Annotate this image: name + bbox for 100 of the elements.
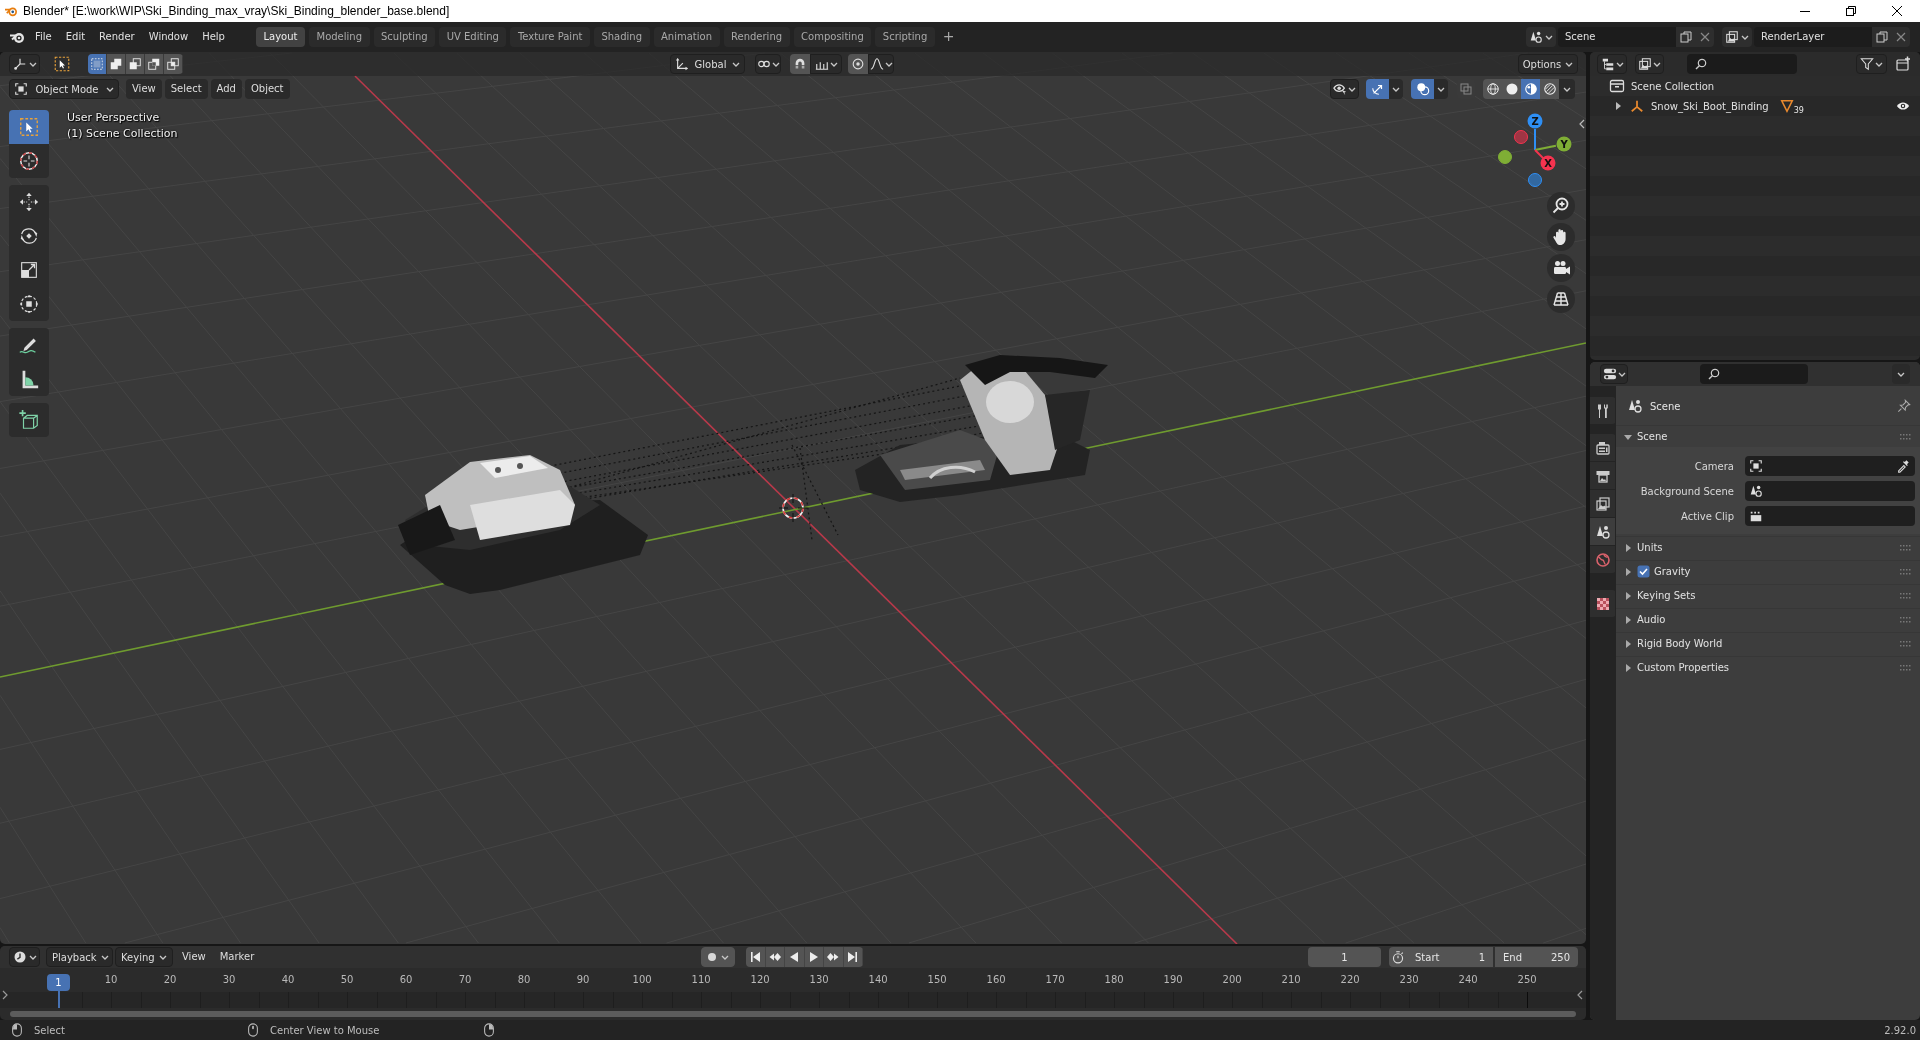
workspace-tab[interactable]: Compositing xyxy=(793,27,872,47)
new-collection-icon[interactable] xyxy=(1895,56,1911,72)
unlink-button[interactable] xyxy=(1891,27,1910,47)
shading-mode-button[interactable] xyxy=(1540,79,1559,99)
selection-mode-button[interactable] xyxy=(164,54,183,74)
menu-dropdown[interactable]: Playback xyxy=(46,947,113,967)
next-keyframe-button[interactable] xyxy=(824,947,844,967)
workspace-tab[interactable]: Rendering xyxy=(723,27,790,47)
search-field[interactable] xyxy=(1687,54,1797,74)
workspace-tab[interactable]: UV Editing xyxy=(439,27,507,47)
view-layer-name-field[interactable]: RenderLayer xyxy=(1754,27,1872,47)
scene-tab[interactable] xyxy=(1590,518,1615,545)
world-tab[interactable] xyxy=(1590,546,1615,573)
drag-handle-icon[interactable] xyxy=(1900,640,1911,647)
shading-mode-button[interactable] xyxy=(1502,79,1521,99)
expand-triangle-icon[interactable] xyxy=(1614,102,1622,110)
overlays-toggle[interactable] xyxy=(1411,79,1434,99)
unlink-button[interactable] xyxy=(1695,27,1714,47)
menu-item[interactable]: Edit xyxy=(58,27,93,47)
menu-item[interactable]: Render xyxy=(92,27,142,47)
menu-item[interactable]: View xyxy=(182,947,206,967)
ski-binding-drawing[interactable] xyxy=(398,355,1108,594)
shading-mode-button[interactable] xyxy=(1521,79,1540,99)
orientation-dropdown[interactable]: Global xyxy=(670,54,745,74)
gizmo-dropdown[interactable] xyxy=(1389,79,1403,99)
drag-handle-icon[interactable] xyxy=(1900,616,1911,623)
editor-type-button[interactable] xyxy=(9,947,40,967)
drag-handle-icon[interactable] xyxy=(1900,664,1911,671)
menu-item[interactable]: Add xyxy=(210,79,242,99)
blender-logo-icon[interactable] xyxy=(9,30,25,44)
editor-type-button[interactable] xyxy=(9,54,40,74)
duplicate-button[interactable] xyxy=(1676,27,1695,47)
add-cube-tool[interactable] xyxy=(9,403,49,437)
play-reverse-button[interactable] xyxy=(785,947,805,967)
outliner-row[interactable]: Scene Collection xyxy=(1590,76,1920,96)
menu-item[interactable]: File xyxy=(28,27,59,47)
mode-dropdown[interactable]: Object Mode xyxy=(9,79,119,99)
negative-axis-handle[interactable] xyxy=(1514,130,1528,144)
workspace-tab[interactable]: Animation xyxy=(653,27,720,47)
transform-tool[interactable] xyxy=(9,287,49,321)
render-tab[interactable] xyxy=(1590,434,1615,461)
selection-mode-button[interactable] xyxy=(145,54,164,74)
selection-mode-button[interactable] xyxy=(107,54,126,74)
menu-item[interactable]: View xyxy=(126,79,162,99)
jump-to-end-button[interactable] xyxy=(843,947,863,967)
drag-handle-icon[interactable] xyxy=(1900,433,1911,440)
negative-axis-handle[interactable] xyxy=(1498,150,1512,164)
menu-item[interactable]: Marker xyxy=(219,947,255,967)
menu-item[interactable]: Select xyxy=(164,79,208,99)
drag-handle-icon[interactable] xyxy=(1900,544,1911,551)
snap-toggle[interactable] xyxy=(790,54,810,74)
camera-icon[interactable] xyxy=(1547,254,1575,282)
workspace-tab[interactable]: Modeling xyxy=(309,27,370,47)
negative-axis-handle[interactable] xyxy=(1528,173,1542,187)
snap-target-dropdown[interactable] xyxy=(810,54,842,74)
select-tool[interactable] xyxy=(9,110,49,144)
menu-item[interactable]: Help xyxy=(195,27,232,47)
filter-dropdown[interactable] xyxy=(1856,54,1887,74)
scene-field[interactable] xyxy=(1745,481,1915,501)
workspace-tab[interactable]: Shading xyxy=(593,27,650,47)
display-mode-dropdown[interactable] xyxy=(1597,54,1627,74)
axis-handle[interactable]: Y xyxy=(1534,136,1572,152)
pin-icon[interactable] xyxy=(1897,399,1911,413)
menu-dropdown[interactable]: Keying xyxy=(115,947,173,967)
auto-keying-toggle[interactable] xyxy=(701,947,735,967)
axis-handle[interactable]: Z xyxy=(1527,113,1543,151)
gizmo-toggle[interactable] xyxy=(1366,79,1389,99)
previous-keyframe-button[interactable] xyxy=(765,947,785,967)
clip-field[interactable] xyxy=(1745,506,1915,526)
drag-handle-icon[interactable] xyxy=(1900,568,1911,575)
options-dropdown[interactable] xyxy=(1892,364,1910,384)
menu-item[interactable]: Window xyxy=(141,27,196,47)
selection-mode-button[interactable] xyxy=(126,54,145,74)
cursor-tool[interactable] xyxy=(9,144,49,178)
scene-browse-button[interactable] xyxy=(1526,27,1556,47)
measure-tool[interactable] xyxy=(9,362,49,396)
pivot-dropdown[interactable] xyxy=(755,54,781,74)
camera-field[interactable] xyxy=(1745,456,1915,476)
proportional-editing-toggle[interactable] xyxy=(848,54,868,74)
scene-name-field[interactable]: Scene xyxy=(1558,27,1676,47)
visibility-dropdown[interactable] xyxy=(1330,79,1359,99)
falloff-dropdown[interactable] xyxy=(868,54,894,74)
add-workspace-button[interactable]: + xyxy=(938,27,959,47)
duplicate-button[interactable] xyxy=(1872,27,1891,47)
3d-cursor-icon[interactable] xyxy=(778,493,808,523)
search-field[interactable] xyxy=(1700,364,1808,384)
annotate-tool[interactable] xyxy=(9,328,49,362)
workspace-tab[interactable]: Scripting xyxy=(875,27,935,47)
jump-to-start-button[interactable] xyxy=(746,947,766,967)
workspace-tab[interactable]: Layout xyxy=(256,27,305,47)
overlays-dropdown[interactable] xyxy=(1434,79,1448,99)
view-layer-dropdown[interactable] xyxy=(1635,54,1664,74)
preview-range-button[interactable] xyxy=(1389,947,1407,967)
view-layer-tab[interactable] xyxy=(1590,490,1615,517)
shading-mode-button[interactable] xyxy=(1483,79,1502,99)
play-button[interactable] xyxy=(804,947,824,967)
keyframe-track[interactable] xyxy=(0,992,1586,1008)
view-layer-browse-button[interactable] xyxy=(1722,27,1752,47)
current-frame-field[interactable]: 1 xyxy=(1308,947,1381,967)
grid-icon[interactable] xyxy=(1547,285,1575,313)
